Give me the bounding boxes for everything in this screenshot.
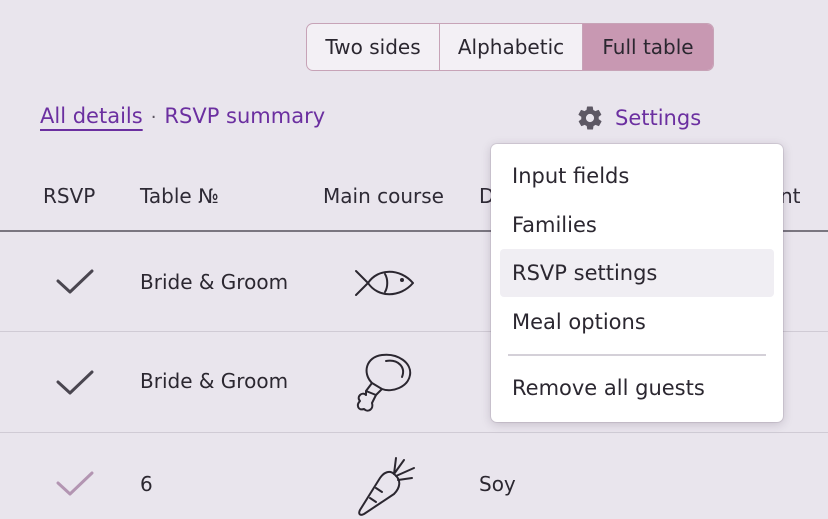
row-divider (0, 431, 828, 433)
link-separator: · (150, 107, 157, 128)
meat-icon (356, 353, 412, 412)
menu-item-meal-options[interactable]: Meal options (500, 298, 774, 346)
table-cell: Bride & Groom (140, 369, 289, 393)
menu-divider (508, 354, 766, 356)
carrot-icon (358, 457, 415, 516)
fish-icon (355, 270, 414, 296)
header-rsvp[interactable]: RSVP (43, 184, 95, 208)
settings-button[interactable]: Settings (576, 104, 701, 132)
header-table-number[interactable]: Table № (140, 184, 219, 208)
settings-label: Settings (615, 106, 702, 130)
view-full-table-button[interactable]: Full table (583, 24, 713, 70)
detail-links: All details · RSVP summary (40, 104, 325, 128)
all-details-link[interactable]: All details (40, 104, 143, 128)
header-extra[interactable]: nt (780, 184, 801, 208)
menu-item-input-fields[interactable]: Input fields (500, 152, 774, 200)
view-switch: Two sides Alphabetic Full table (306, 23, 714, 71)
table-cell: Bride & Groom (140, 270, 289, 294)
menu-item-rsvp-settings[interactable]: RSVP settings (500, 249, 774, 297)
header-main-course[interactable]: Main course (323, 184, 444, 208)
menu-item-remove-all-guests[interactable]: Remove all guests (500, 364, 774, 412)
settings-menu: Input fields Families RSVP settings Meal… (491, 144, 783, 422)
view-two-sides-button[interactable]: Two sides (307, 24, 440, 70)
gear-icon (578, 106, 602, 130)
dietary-cell: Soy (479, 472, 516, 496)
menu-item-families[interactable]: Families (500, 201, 774, 249)
rsvp-summary-link[interactable]: RSVP summary (164, 104, 325, 128)
check-icon (56, 269, 94, 294)
check-icon (56, 471, 94, 496)
table-row[interactable]: 6 Soy (0, 434, 828, 519)
table-cell: 6 (140, 472, 153, 496)
view-alphabetic-button[interactable]: Alphabetic (440, 24, 583, 70)
check-icon (56, 370, 94, 395)
